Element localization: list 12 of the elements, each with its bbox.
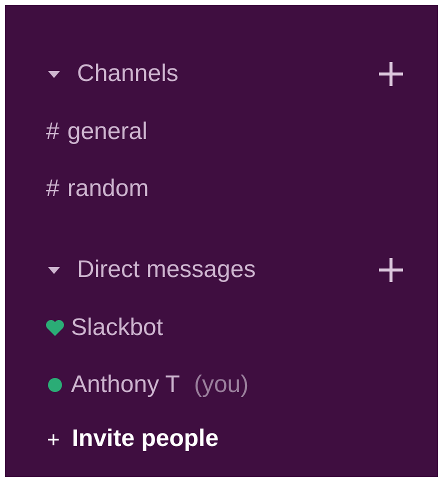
direct-message-item[interactable]: Slackbot [45,310,164,346]
add-icon[interactable] [378,61,404,87]
channel-item[interactable]: # random [45,170,149,206]
section-header: Channels [77,59,180,89]
direct-message-item[interactable]: Anthony T [45,366,180,402]
you-label: (you) [194,370,249,400]
section-header: Direct messages [77,255,257,285]
channel-item[interactable]: # general [45,114,148,150]
hash-icon: # [46,114,60,150]
invite-people-link[interactable]: + Invite people [45,421,219,457]
hash-icon: # [46,170,60,206]
add-icon[interactable] [378,257,404,283]
